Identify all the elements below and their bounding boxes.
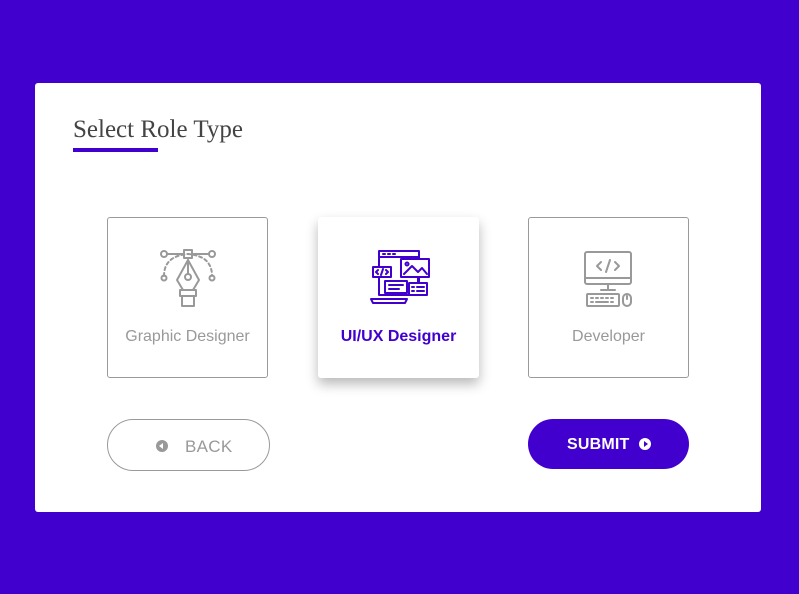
pen-tool-icon: [159, 249, 216, 307]
page-title: Select Role Type: [73, 116, 243, 143]
role-option-ui-ux-designer[interactable]: UI/UX Designer: [318, 217, 479, 378]
computer-code-icon: [583, 251, 632, 307]
role-label: UI/UX Designer: [340, 328, 457, 345]
back-button[interactable]: BACK: [107, 419, 270, 471]
role-label: Graphic Designer: [125, 328, 250, 345]
arrow-left-circle-icon: [156, 440, 168, 452]
role-selection-card: Select Role Type Graphic Designer UI/UX …: [35, 83, 761, 512]
back-button-label: BACK: [185, 437, 233, 456]
title-underline: [73, 148, 158, 152]
submit-button[interactable]: SUBMIT: [528, 419, 689, 469]
ui-design-icon: [369, 250, 430, 304]
submit-button-label: SUBMIT: [567, 436, 630, 453]
role-option-developer[interactable]: Developer: [528, 217, 689, 378]
arrow-right-circle-icon: [639, 438, 651, 450]
role-option-graphic-designer[interactable]: Graphic Designer: [107, 217, 268, 378]
role-label: Developer: [572, 328, 645, 345]
